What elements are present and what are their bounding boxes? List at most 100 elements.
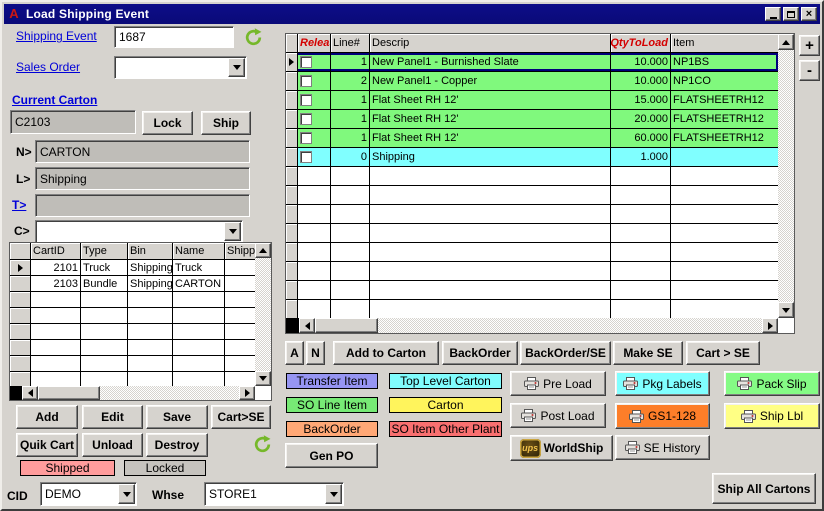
- row-height-minus-button[interactable]: -: [799, 60, 820, 81]
- c-combo[interactable]: [35, 220, 243, 243]
- load-grid[interactable]: Release Line# Descrip QtyToLoad Item 1 N…: [285, 33, 795, 334]
- shipping-event-link[interactable]: Shipping Event: [16, 29, 97, 43]
- shipping-event-input[interactable]: 1687: [114, 26, 234, 48]
- carton-row[interactable]: 2101 Truck Shipping Truck: [10, 260, 255, 276]
- row-selector[interactable]: [286, 129, 298, 147]
- row-selector[interactable]: [10, 260, 31, 275]
- worldship-button[interactable]: ups WorldShip: [510, 435, 613, 461]
- t-link[interactable]: T>: [12, 198, 26, 212]
- current-carton-link[interactable]: Current Carton: [12, 93, 97, 107]
- backorder-button[interactable]: BackOrder: [442, 341, 518, 365]
- row-selector[interactable]: [286, 110, 298, 128]
- quik-cart-button[interactable]: Quik Cart: [16, 433, 78, 457]
- pkg-labels-button[interactable]: Pkg Labels: [615, 371, 710, 396]
- cart-gt-se-button[interactable]: Cart > SE: [686, 341, 760, 365]
- row-selector[interactable]: [286, 91, 298, 109]
- cid-combo[interactable]: DEMO: [40, 482, 137, 506]
- destroy-button[interactable]: Destroy: [146, 433, 208, 457]
- n-field[interactable]: CARTON: [35, 140, 250, 163]
- save-button[interactable]: Save: [146, 405, 208, 429]
- release-cell[interactable]: [298, 129, 331, 147]
- arrow-left-icon: [28, 389, 33, 397]
- whse-dropdown-button[interactable]: [325, 484, 342, 504]
- scroll-right-button[interactable]: [239, 386, 255, 400]
- scrollbar-thumb[interactable]: [38, 386, 100, 400]
- add-button[interactable]: Add: [16, 405, 78, 429]
- se-history-button[interactable]: SE History: [615, 435, 710, 460]
- minimize-button[interactable]: [765, 7, 781, 21]
- refresh-shipping-event-button[interactable]: [240, 25, 267, 50]
- load-grid-vscrollbar[interactable]: [778, 34, 794, 318]
- ship-button[interactable]: Ship: [201, 111, 251, 135]
- chevron-down-icon: [123, 492, 131, 497]
- current-carton-field[interactable]: C2103: [10, 110, 136, 134]
- load-row[interactable]: 2 New Panel1 - Copper 10.000 NP1CO: [286, 72, 778, 91]
- release-checkbox[interactable]: [300, 113, 312, 125]
- whse-combo[interactable]: STORE1: [204, 482, 344, 506]
- row-selector[interactable]: [10, 276, 31, 291]
- maximize-button[interactable]: [783, 7, 799, 21]
- sales-order-combo[interactable]: [114, 56, 247, 79]
- t-field[interactable]: [35, 194, 250, 217]
- scroll-down-button[interactable]: [255, 371, 271, 386]
- scroll-left-button[interactable]: [22, 386, 38, 400]
- release-checkbox[interactable]: [300, 56, 312, 68]
- close-icon: ×: [806, 9, 812, 19]
- close-button[interactable]: ×: [801, 7, 817, 21]
- gen-po-button[interactable]: Gen PO: [285, 443, 378, 468]
- cartons-grid-hscrollbar[interactable]: [10, 386, 255, 400]
- scrollbar-thumb[interactable]: [315, 318, 378, 333]
- make-se-button[interactable]: Make SE: [613, 341, 683, 365]
- pack-slip-button[interactable]: Pack Slip: [724, 371, 820, 396]
- release-checkbox[interactable]: [300, 151, 312, 163]
- post-load-button[interactable]: Post Load: [510, 403, 606, 428]
- release-cell[interactable]: [298, 110, 331, 128]
- title-bar[interactable]: A Load Shipping Event ×: [4, 4, 820, 24]
- select-none-button[interactable]: N: [306, 341, 325, 365]
- add-to-carton-button[interactable]: Add to Carton: [333, 341, 439, 365]
- row-selector[interactable]: [286, 148, 298, 166]
- refresh-cartons-button[interactable]: [248, 431, 276, 457]
- scroll-left-button[interactable]: [299, 318, 315, 333]
- release-cell[interactable]: [298, 148, 331, 166]
- cid-dropdown-button[interactable]: [118, 484, 135, 504]
- carton-row[interactable]: 2103 Bundle Shipping CARTON: [10, 276, 255, 292]
- c-dropdown-button[interactable]: [224, 222, 241, 241]
- row-selector[interactable]: [286, 53, 298, 71]
- scroll-up-button[interactable]: [255, 243, 271, 258]
- load-row[interactable]: 1 New Panel1 - Burnished Slate 10.000 NP…: [286, 53, 778, 72]
- col-cartid: CartID: [31, 243, 81, 259]
- backorder-se-button[interactable]: BackOrder/SE: [520, 341, 611, 365]
- unload-button[interactable]: Unload: [82, 433, 143, 457]
- edit-button[interactable]: Edit: [82, 405, 143, 429]
- scroll-up-button[interactable]: [778, 34, 794, 50]
- lock-button[interactable]: Lock: [142, 111, 193, 135]
- cartons-grid-vscrollbar[interactable]: [255, 243, 271, 386]
- release-checkbox[interactable]: [300, 75, 312, 87]
- release-cell[interactable]: [298, 91, 331, 109]
- release-checkbox[interactable]: [300, 132, 312, 144]
- release-checkbox[interactable]: [300, 94, 312, 106]
- load-row[interactable]: 0 Shipping 1.000: [286, 148, 778, 167]
- chevron-down-icon: [330, 492, 338, 497]
- ship-lbl-button[interactable]: Ship Lbl: [724, 403, 820, 429]
- load-row[interactable]: 1 Flat Sheet RH 12' 15.000 FLATSHEETRH12: [286, 91, 778, 110]
- scroll-right-button[interactable]: [762, 318, 778, 333]
- ship-all-cartons-button[interactable]: Ship All Cartons: [712, 473, 816, 504]
- l-field[interactable]: Shipping: [35, 167, 250, 190]
- row-selector[interactable]: [286, 72, 298, 90]
- gs1-128-button[interactable]: GS1-128: [615, 403, 710, 429]
- cartons-grid[interactable]: CartID Type Bin Name Shipped 2101 Truck …: [9, 242, 272, 401]
- load-row[interactable]: 1 Flat Sheet RH 12' 20.000 FLATSHEETRH12: [286, 110, 778, 129]
- cart-to-se-button[interactable]: Cart>SE: [211, 405, 271, 429]
- select-all-button[interactable]: A: [285, 341, 304, 365]
- sales-order-dropdown-button[interactable]: [228, 58, 245, 77]
- pre-load-button[interactable]: Pre Load: [510, 371, 606, 396]
- load-grid-hscrollbar[interactable]: [286, 318, 778, 333]
- release-cell[interactable]: [298, 72, 331, 90]
- scroll-down-button[interactable]: [778, 302, 794, 318]
- release-cell[interactable]: [298, 53, 331, 71]
- row-height-plus-button[interactable]: +: [799, 35, 820, 56]
- load-row[interactable]: 1 Flat Sheet RH 12' 60.000 FLATSHEETRH12: [286, 129, 778, 148]
- sales-order-link[interactable]: Sales Order: [16, 60, 80, 74]
